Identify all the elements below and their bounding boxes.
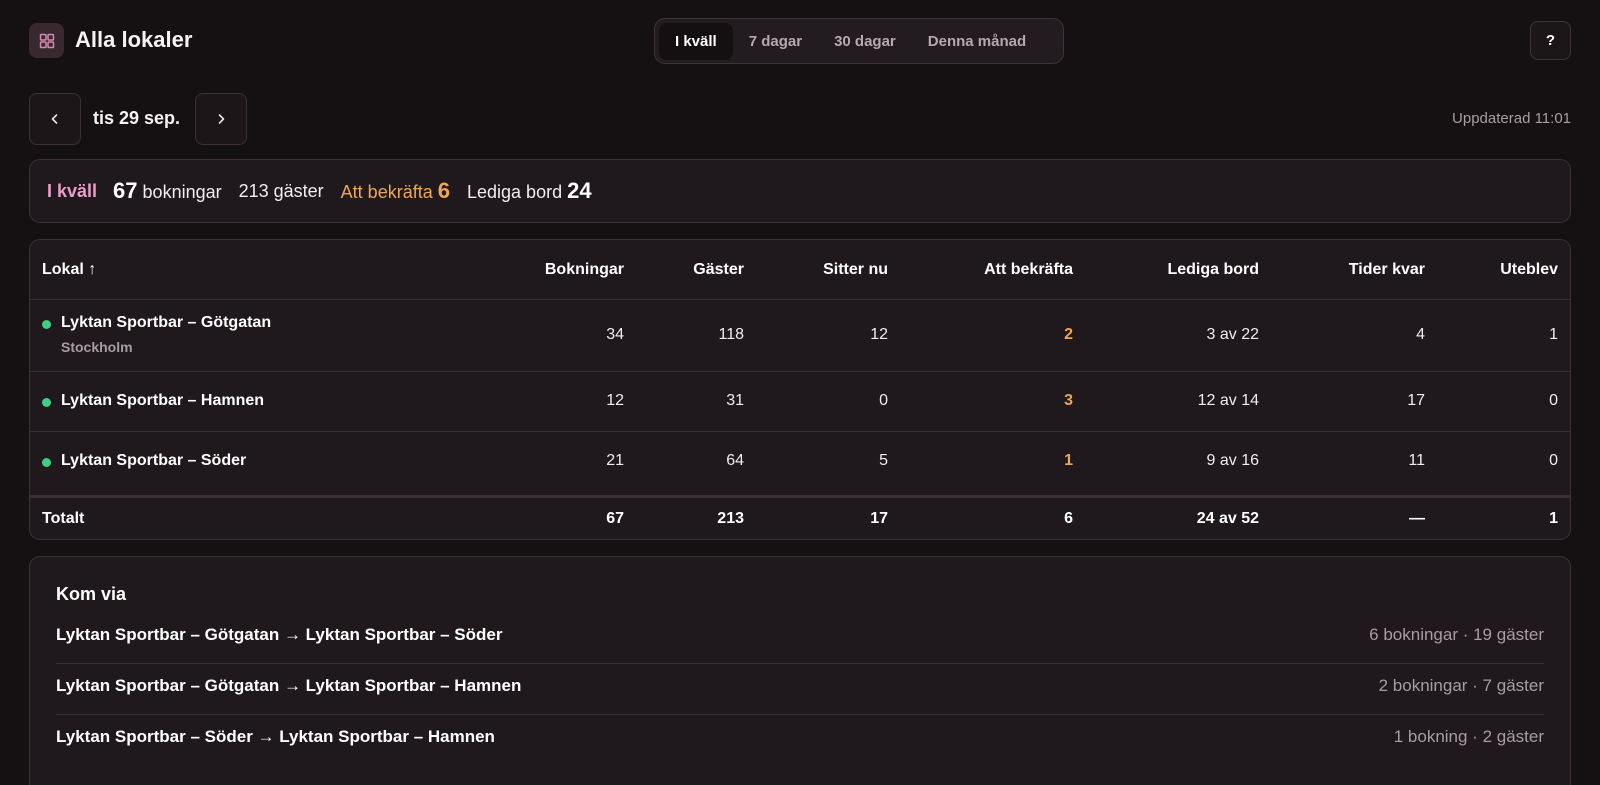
previous-day-button[interactable] [29, 93, 81, 145]
via-route: Lyktan Sportbar – Söder → Lyktan Sportba… [56, 727, 495, 746]
column-header-times-left[interactable]: Tider kvar [1349, 261, 1425, 279]
venues-table: Lokal ↑ Bokningar Gäster Sitter nu Att b… [29, 239, 1571, 540]
chevron-right-icon [218, 114, 225, 124]
chevron-left-icon [51, 114, 58, 124]
total-bookings: 67 [606, 510, 624, 527]
column-header-venue[interactable]: Lokal ↑ [42, 261, 96, 279]
cell-guests: 64 [726, 452, 744, 469]
status-dot [42, 458, 51, 467]
cell-bookings: 21 [606, 452, 624, 469]
via-route: Lyktan Sportbar – Götgatan → Lyktan Spor… [56, 625, 503, 644]
cell-bookings: 12 [606, 392, 624, 409]
venue-city: Stockholm [61, 339, 133, 355]
total-to-confirm: 6 [1064, 510, 1073, 527]
page-title: Alla lokaler [75, 27, 193, 52]
status-dot [42, 398, 51, 407]
list-item[interactable]: Lyktan Sportbar – Söder → Lyktan Sportba… [56, 715, 1544, 766]
table-row[interactable]: Lyktan Sportbar – Hamnen 12 31 0 3 12 av… [30, 372, 1570, 432]
cell-times-left: 11 [1408, 452, 1425, 469]
total-label: Totalt [42, 510, 85, 527]
cell-to-confirm[interactable]: 2 [1064, 326, 1073, 344]
cell-guests: 31 [726, 392, 744, 409]
table-total-row: Totalt 67 213 17 6 24 av 52 — 1 [30, 495, 1570, 539]
next-day-button[interactable] [195, 93, 247, 145]
summary-guests: 213 gäster [238, 180, 324, 201]
cell-seated: 0 [879, 392, 888, 409]
cell-seated: 12 [870, 326, 888, 343]
cell-bookings: 34 [606, 326, 624, 343]
cell-free-tables: 9 av 16 [1206, 452, 1259, 469]
cell-to-confirm[interactable]: 3 [1064, 392, 1073, 410]
summary-free-tables-count: 24 [567, 178, 592, 203]
cell-free-tables: 3 av 22 [1206, 326, 1259, 343]
cell-times-left: 4 [1416, 326, 1425, 343]
cell-seated: 5 [879, 452, 888, 469]
page-header: Alla lokaler I kväll 7 dagar 30 dagar De… [29, 18, 1571, 64]
summary-bookings-count: 67 [113, 178, 138, 203]
cell-no-show: 0 [1549, 452, 1558, 469]
venue-name[interactable]: Lyktan Sportbar – Hamnen [61, 392, 264, 410]
column-header-seated[interactable]: Sitter nu [823, 261, 888, 279]
cell-to-confirm[interactable]: 1 [1064, 452, 1073, 470]
via-stats: 6 bokningar · 19 gäster [1369, 625, 1544, 644]
via-title: Kom via [56, 584, 127, 604]
column-header-to-confirm[interactable]: Att bekräfta [984, 261, 1073, 279]
total-guests: 213 [717, 510, 744, 527]
cell-times-left: 17 [1407, 392, 1425, 409]
table-row[interactable]: Lyktan Sportbar – Söder 21 64 5 1 9 av 1… [30, 432, 1570, 492]
total-no-show: 1 [1549, 510, 1558, 527]
tab-30-days[interactable]: 30 dagar [818, 23, 912, 60]
cell-no-show: 1 [1549, 326, 1558, 343]
summary-bookings: 67 bokningar [113, 178, 222, 204]
total-times-left: — [1409, 510, 1425, 527]
summary-bar: I kväll 67 bokningar 213 gäster Att bekr… [29, 159, 1571, 223]
column-header-guests[interactable]: Gäster [693, 261, 744, 279]
summary-confirm-count: 6 [437, 178, 450, 203]
column-header-free-tables[interactable]: Lediga bord [1167, 261, 1259, 279]
column-header-no-show[interactable]: Uteblev [1500, 261, 1558, 279]
column-header-bookings[interactable]: Bokningar [545, 261, 624, 279]
tab-this-month[interactable]: Denna månad [912, 23, 1042, 60]
tab-tonight[interactable]: I kväll [659, 22, 733, 60]
summary-free-tables-label: Lediga bord [467, 182, 563, 202]
date-navigation: tis 29 sep. Uppdaterad 11:01 [29, 93, 1571, 145]
status-dot [42, 320, 51, 329]
period-tabs: I kväll 7 dagar 30 dagar Denna månad [654, 18, 1064, 64]
current-date: tis 29 sep. [93, 108, 181, 128]
grid-icon[interactable] [29, 23, 64, 58]
summary-confirm-label: Att bekräfta [340, 182, 433, 202]
total-seated: 17 [870, 510, 888, 527]
list-item[interactable]: Lyktan Sportbar – Götgatan → Lyktan Spor… [56, 613, 1544, 664]
summary-to-confirm: Att bekräfta 6 [341, 178, 450, 204]
venue-name[interactable]: Lyktan Sportbar – Götgatan [61, 314, 271, 332]
table-row[interactable]: Lyktan Sportbar – Götgatan Stockholm 34 … [30, 300, 1570, 372]
summary-period: I kväll [47, 180, 98, 201]
cell-guests: 118 [718, 326, 744, 343]
cell-no-show: 0 [1549, 392, 1558, 409]
last-updated: Uppdaterad 11:01 [1452, 110, 1571, 127]
via-stats: 1 bokning · 2 gäster [1393, 727, 1544, 746]
table-header: Lokal ↑ Bokningar Gäster Sitter nu Att b… [30, 240, 1570, 300]
venue-name[interactable]: Lyktan Sportbar – Söder [61, 452, 246, 470]
cell-free-tables: 12 av 14 [1197, 392, 1259, 409]
list-item[interactable]: Lyktan Sportbar – Götgatan → Lyktan Spor… [56, 664, 1544, 715]
help-button[interactable]: ? [1530, 21, 1571, 60]
tab-7-days[interactable]: 7 dagar [733, 23, 818, 60]
summary-bookings-label: bokningar [142, 182, 222, 202]
arrived-via-panel: Kom via Lyktan Sportbar – Götgatan → Lyk… [29, 556, 1571, 785]
summary-free-tables: Lediga bord 24 [467, 178, 592, 204]
via-route: Lyktan Sportbar – Götgatan → Lyktan Spor… [56, 676, 522, 695]
via-stats: 2 bokningar · 7 gäster [1378, 676, 1544, 695]
total-free-tables: 24 av 52 [1196, 510, 1259, 527]
